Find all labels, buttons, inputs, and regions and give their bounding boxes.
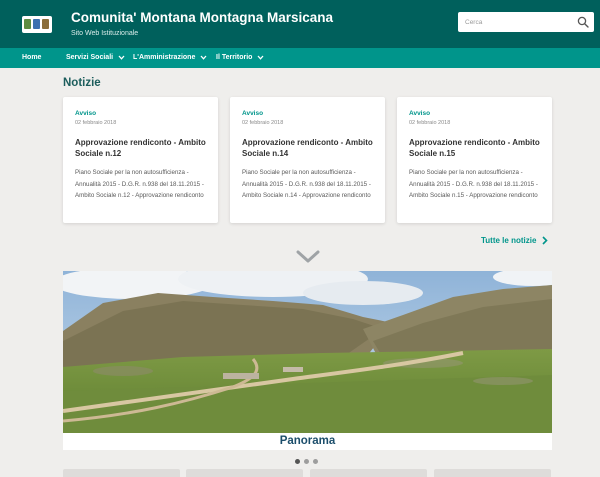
news-card[interactable]: Avviso 02 febbraio 2018 Approvazione ren…: [63, 97, 218, 223]
news-title[interactable]: Approvazione rendiconto - Ambito Sociale…: [75, 137, 210, 159]
chevron-right-icon: [542, 236, 548, 245]
site-logo[interactable]: [22, 16, 52, 33]
more-content-card: [186, 469, 303, 477]
carousel-dot[interactable]: [304, 459, 309, 464]
nav-item-home[interactable]: Home: [22, 48, 41, 68]
news-description: Piano Sociale per la non autosufficienza…: [242, 169, 371, 199]
gallery-caption: Panorama: [279, 435, 336, 447]
news-category[interactable]: Avviso: [242, 110, 263, 117]
news-date: 02 febbraio 2018: [242, 120, 284, 126]
site-header: Comunita' Montana Montagna Marsicana Sit…: [0, 0, 600, 48]
news-title[interactable]: Approvazione rendiconto - Ambito Sociale…: [242, 137, 377, 159]
more-content-card: [434, 469, 551, 477]
chevron-down-icon: [257, 55, 264, 60]
nav-item-servizi-sociali[interactable]: Servizi Sociali: [66, 48, 125, 68]
news-category[interactable]: Avviso: [75, 110, 96, 117]
nav-item-territorio[interactable]: Il Territorio: [216, 48, 264, 68]
all-news-link[interactable]: Tutte le notizie: [481, 236, 548, 245]
news-title[interactable]: Approvazione rendiconto - Ambito Sociale…: [409, 137, 544, 159]
nav-item-label: L'Amministrazione: [133, 54, 196, 61]
nav-item-label: Servizi Sociali: [66, 54, 114, 61]
main-nav: Home Servizi Sociali L'Amministrazione I…: [0, 48, 600, 68]
scroll-down-chevron-icon[interactable]: [296, 250, 320, 264]
chevron-down-icon: [200, 55, 207, 60]
search-input[interactable]: [458, 12, 570, 32]
all-news-label: Tutte le notizie: [481, 236, 537, 245]
news-date: 02 febbraio 2018: [409, 120, 451, 126]
news-description: Piano Sociale per la non autosufficienza…: [409, 169, 538, 199]
nav-item-amministrazione[interactable]: L'Amministrazione: [133, 48, 207, 68]
nav-item-label: Home: [22, 54, 42, 61]
more-content-card: [63, 469, 180, 477]
crest-icon: [24, 19, 31, 29]
news-category[interactable]: Avviso: [409, 110, 430, 117]
site-subtitle: Sito Web Istituzionale: [71, 30, 139, 37]
chevron-down-icon: [118, 55, 125, 60]
gallery-slide[interactable]: Panorama: [63, 271, 552, 450]
news-card[interactable]: Avviso 02 febbraio 2018 Approvazione ren…: [397, 97, 552, 223]
more-content-card: [310, 469, 427, 477]
news-card[interactable]: Avviso 02 febbraio 2018 Approvazione ren…: [230, 97, 385, 223]
carousel-dots: [295, 459, 325, 465]
section-title-notizie: Notizie: [63, 77, 101, 89]
carousel-dot[interactable]: [313, 459, 318, 464]
news-description: Piano Sociale per la non autosufficienza…: [75, 169, 204, 199]
panorama-image: [63, 271, 552, 433]
crest-icon: [42, 19, 49, 29]
search-box: [458, 12, 594, 32]
crest-icon: [33, 19, 40, 29]
news-date: 02 febbraio 2018: [75, 120, 117, 126]
nav-item-label: Il Territorio: [216, 54, 253, 61]
search-icon[interactable]: [577, 16, 589, 28]
site-title[interactable]: Comunita' Montana Montagna Marsicana: [71, 10, 333, 25]
carousel-dot-active[interactable]: [295, 459, 300, 464]
